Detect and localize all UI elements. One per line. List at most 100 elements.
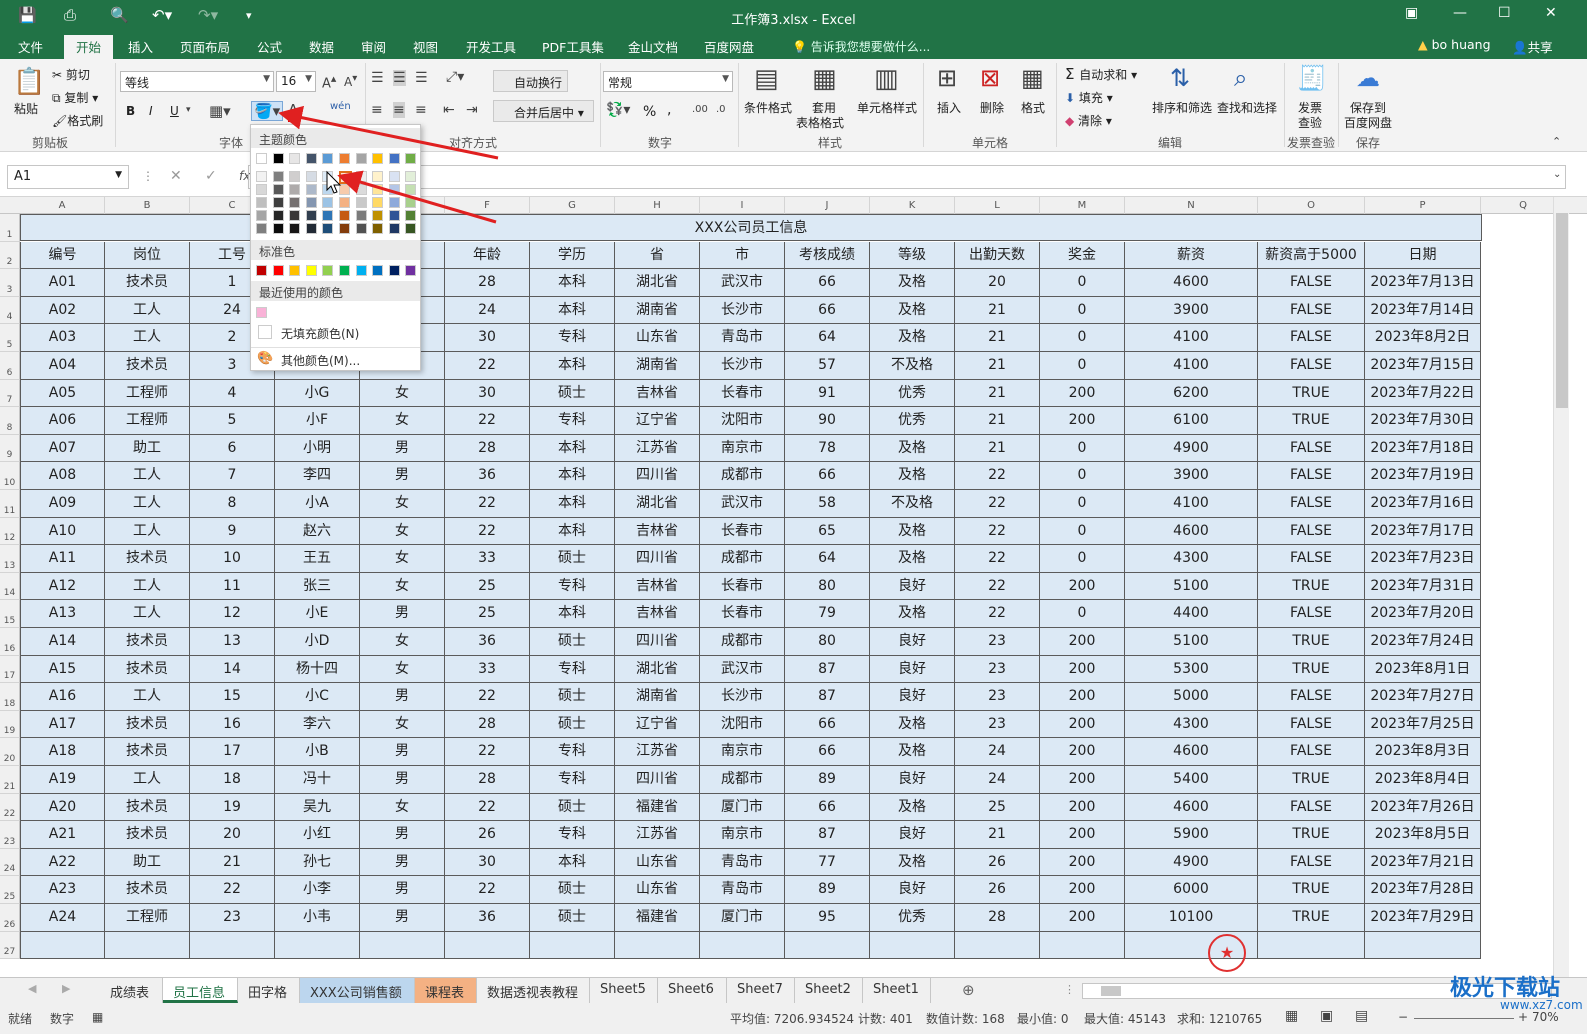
table-cell[interactable]: 良好 bbox=[870, 628, 955, 656]
table-cell[interactable]: 技术员 bbox=[105, 655, 190, 684]
table-cell[interactable]: 66 bbox=[785, 269, 870, 297]
table-cell[interactable]: 0 bbox=[1040, 352, 1125, 380]
theme-shade-swatch[interactable] bbox=[322, 197, 334, 208]
table-cell[interactable]: 男 bbox=[360, 462, 445, 490]
table-cell[interactable]: 21 bbox=[955, 821, 1040, 849]
increase-decimal-icon[interactable]: .00 bbox=[692, 104, 708, 115]
table-cell[interactable]: 2023年7月23日 bbox=[1365, 545, 1481, 573]
table-cell[interactable]: 95 bbox=[785, 904, 870, 932]
table-cell[interactable] bbox=[1365, 931, 1481, 960]
cell-styles-button[interactable]: 单元格样式 bbox=[857, 99, 917, 116]
table-cell[interactable]: 湖南省 bbox=[615, 296, 700, 325]
sheet-tab[interactable]: Sheet5 bbox=[590, 978, 658, 1003]
table-cell[interactable]: 87 bbox=[785, 683, 870, 711]
row-header[interactable]: 7 bbox=[0, 379, 20, 408]
table-cell[interactable]: 及格 bbox=[870, 269, 955, 297]
table-cell[interactable]: FALSE bbox=[1258, 296, 1365, 325]
row-header[interactable]: 22 bbox=[0, 793, 20, 822]
theme-color-swatch[interactable] bbox=[256, 153, 267, 164]
table-cell[interactable]: 4300 bbox=[1125, 710, 1258, 739]
currency-icon[interactable]: 💱▾ bbox=[606, 102, 630, 118]
baidu-cloud-icon[interactable]: ☁ bbox=[1356, 64, 1380, 92]
row-header[interactable]: 2 bbox=[0, 241, 20, 270]
theme-color-swatch[interactable] bbox=[388, 153, 400, 164]
table-cell[interactable]: A19 bbox=[20, 766, 105, 794]
table-cell[interactable]: 四川省 bbox=[615, 462, 700, 490]
row-header[interactable]: 16 bbox=[0, 628, 20, 656]
table-cell[interactable]: 及格 bbox=[870, 710, 955, 739]
italic-button[interactable]: I bbox=[149, 104, 153, 118]
table-cell[interactable]: 200 bbox=[1040, 655, 1125, 684]
table-cell[interactable]: 男 bbox=[360, 904, 445, 932]
table-cell[interactable]: 成都市 bbox=[700, 545, 785, 573]
table-cell[interactable]: 硕士 bbox=[530, 545, 615, 573]
table-cell[interactable]: 2023年7月29日 bbox=[1365, 904, 1481, 932]
table-cell[interactable]: 0 bbox=[1040, 490, 1125, 518]
table-cell[interactable]: 女 bbox=[360, 545, 445, 573]
table-cell[interactable]: 硕士 bbox=[530, 876, 615, 904]
theme-shade-swatch[interactable] bbox=[355, 223, 367, 234]
table-cell[interactable]: 沈阳市 bbox=[700, 407, 785, 435]
table-cell[interactable]: 小E bbox=[275, 600, 360, 628]
format-cells-button[interactable]: 格式 bbox=[1021, 99, 1045, 116]
theme-shade-swatch[interactable] bbox=[339, 223, 350, 234]
row-header[interactable]: 27 bbox=[0, 931, 20, 960]
table-cell[interactable]: 日期 bbox=[1365, 241, 1481, 270]
table-cell[interactable]: 女 bbox=[360, 572, 445, 601]
macro-record-icon[interactable]: ▦ bbox=[92, 1010, 103, 1024]
find-select-button[interactable]: 查找和选择 bbox=[1217, 99, 1277, 116]
table-cell[interactable]: A13 bbox=[20, 600, 105, 628]
table-cell[interactable]: 本科 bbox=[530, 462, 615, 490]
table-cell[interactable]: 王五 bbox=[275, 545, 360, 573]
table-cell[interactable]: FALSE bbox=[1258, 434, 1365, 463]
table-cell[interactable]: 厦门市 bbox=[700, 904, 785, 932]
theme-shade-swatch[interactable] bbox=[322, 223, 334, 234]
table-cell[interactable]: FALSE bbox=[1258, 462, 1365, 490]
table-cell[interactable]: 2023年8月5日 bbox=[1365, 821, 1481, 849]
table-cell[interactable]: 硕士 bbox=[530, 628, 615, 656]
table-cell[interactable]: 89 bbox=[785, 766, 870, 794]
table-cell[interactable]: 2023年7月20日 bbox=[1365, 600, 1481, 628]
table-cell[interactable]: 小李 bbox=[275, 876, 360, 904]
table-cell[interactable]: A05 bbox=[20, 379, 105, 408]
table-cell[interactable]: 36 bbox=[445, 904, 530, 932]
table-cell[interactable]: TRUE bbox=[1258, 628, 1365, 656]
column-header[interactable]: O bbox=[1258, 197, 1365, 214]
table-cell[interactable]: 200 bbox=[1040, 738, 1125, 766]
table-cell[interactable]: 男 bbox=[360, 848, 445, 877]
theme-shade-swatch[interactable] bbox=[256, 223, 267, 234]
table-cell[interactable]: 专科 bbox=[530, 738, 615, 766]
table-cell[interactable]: 0 bbox=[1040, 545, 1125, 573]
table-cell[interactable]: 22 bbox=[955, 545, 1040, 573]
table-cell[interactable]: 福建省 bbox=[615, 904, 700, 932]
table-cell[interactable]: 4600 bbox=[1125, 738, 1258, 766]
zoom-in-icon[interactable]: + bbox=[1518, 1010, 1528, 1024]
table-cell[interactable]: 23 bbox=[955, 655, 1040, 684]
table-cell[interactable]: 200 bbox=[1040, 710, 1125, 739]
table-cell[interactable]: 山东省 bbox=[615, 324, 700, 352]
align-middle-icon[interactable]: ☰ bbox=[393, 70, 406, 86]
table-cell[interactable]: 工人 bbox=[105, 490, 190, 518]
table-cell[interactable]: TRUE bbox=[1258, 904, 1365, 932]
row-header[interactable]: 11 bbox=[0, 490, 20, 518]
table-cell[interactable]: 学历 bbox=[530, 241, 615, 270]
theme-shade-swatch[interactable] bbox=[388, 171, 400, 182]
table-cell[interactable]: 4300 bbox=[1125, 545, 1258, 573]
cancel-icon[interactable]: ✕ bbox=[170, 168, 182, 184]
table-cell[interactable]: A15 bbox=[20, 655, 105, 684]
table-cell[interactable]: 工人 bbox=[105, 766, 190, 794]
table-cell[interactable]: 9 bbox=[190, 517, 275, 546]
table-cell[interactable]: 长春市 bbox=[700, 572, 785, 601]
table-cell[interactable]: 17 bbox=[190, 738, 275, 766]
table-cell[interactable]: 市 bbox=[700, 241, 785, 270]
table-cell[interactable]: A21 bbox=[20, 821, 105, 849]
theme-shade-swatch[interactable] bbox=[289, 171, 301, 182]
table-cell[interactable]: 22 bbox=[445, 407, 530, 435]
sheet-tab[interactable]: Sheet6 bbox=[658, 978, 727, 1003]
table-cell[interactable]: 成都市 bbox=[700, 462, 785, 490]
underline-button[interactable]: U bbox=[170, 104, 179, 118]
table-cell[interactable]: 不及格 bbox=[870, 490, 955, 518]
table-cell[interactable]: A04 bbox=[20, 352, 105, 380]
find-select-icon[interactable]: ⌕ bbox=[1234, 64, 1247, 92]
table-cell[interactable]: 工人 bbox=[105, 683, 190, 711]
